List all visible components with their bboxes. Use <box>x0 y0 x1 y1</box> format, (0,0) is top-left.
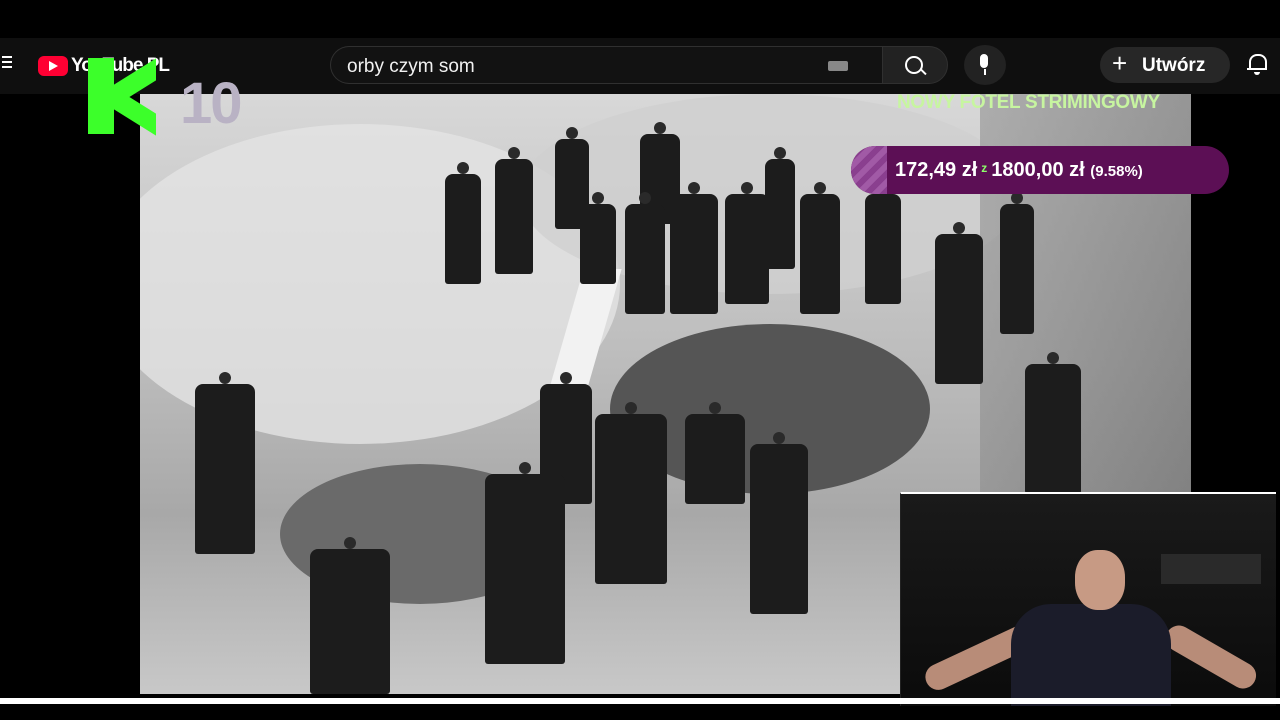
progress-bar[interactable] <box>0 698 1280 704</box>
search-query[interactable]: orby czym som <box>347 56 475 78</box>
goal-separator: z <box>981 161 988 175</box>
search-icon <box>905 56 923 74</box>
create-button[interactable]: + Utwórz <box>1100 47 1230 83</box>
k-counter: 10 <box>180 71 242 136</box>
create-label: Utwórz <box>1142 55 1206 76</box>
donation-goal-text: 172,49 zł z 1800,00 zł (9.58%) <box>895 159 1143 182</box>
search-input[interactable]: orby czym som <box>330 46 882 84</box>
mic-stand <box>984 69 986 75</box>
donation-goal-title: NOWY FOTEL STRIMINGOWY <box>897 92 1160 113</box>
bell-icon[interactable] <box>1247 54 1267 75</box>
goal-target: 1800,00 zł <box>991 159 1085 181</box>
mic-icon <box>980 54 988 68</box>
search-button[interactable] <box>882 46 948 84</box>
menu-icon[interactable] <box>2 56 12 71</box>
k-logo <box>88 58 158 136</box>
goal-percent: (9.58%) <box>1090 163 1143 180</box>
webcam-background <box>1161 554 1261 584</box>
youtube-logo-icon[interactable] <box>38 56 68 76</box>
streamer-head <box>1075 550 1125 610</box>
voice-search-button[interactable] <box>964 45 1006 85</box>
donation-goal-bar: 172,49 zł z 1800,00 zł (9.58%) <box>851 146 1229 194</box>
streamer-shirt <box>1011 604 1171 706</box>
keyboard-icon[interactable] <box>828 61 848 71</box>
webcam-overlay <box>900 492 1276 706</box>
plus-icon: + <box>1112 48 1128 78</box>
streamer-arm-right <box>1161 620 1261 694</box>
goal-current: 172,49 zł <box>895 159 978 181</box>
